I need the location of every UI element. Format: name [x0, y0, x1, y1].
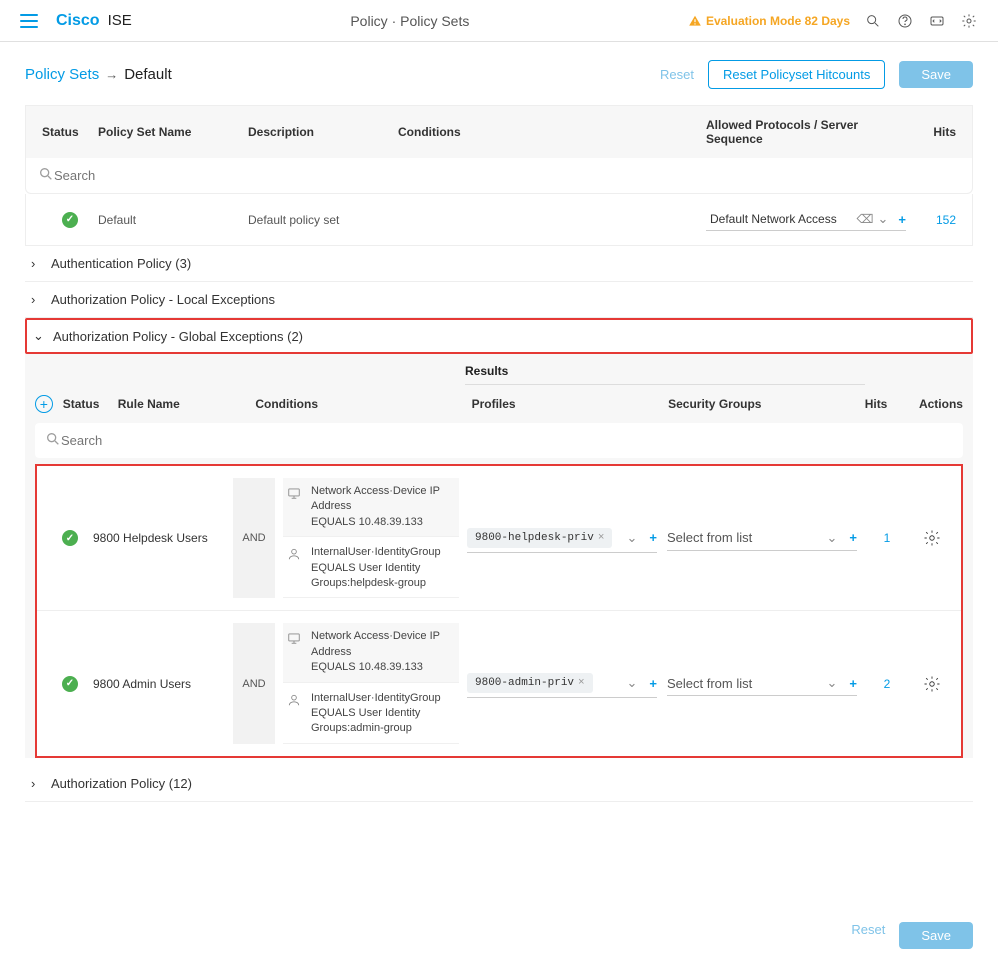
status-ok-icon — [62, 676, 78, 692]
remove-chip-icon[interactable]: × — [578, 677, 585, 689]
remove-chip-icon[interactable]: × — [598, 532, 605, 544]
search-icon[interactable] — [864, 12, 882, 30]
brand-cisco: Cisco — [56, 12, 100, 30]
add-security-group-icon[interactable]: + — [849, 530, 857, 545]
rule-row[interactable]: 9800 Admin Users AND Network Access·Devi… — [37, 611, 961, 755]
add-profile-icon[interactable]: + — [649, 676, 657, 691]
col-status: Status — [42, 125, 98, 139]
clear-icon[interactable]: ⌫ — [857, 212, 874, 226]
col-name: Policy Set Name — [98, 125, 248, 139]
add-security-group-icon[interactable]: + — [849, 676, 857, 691]
policy-set-search[interactable] — [25, 158, 973, 194]
rule-actions-gear[interactable] — [907, 529, 957, 547]
breadcrumb-arrow-icon: → — [105, 67, 118, 82]
profile-select[interactable]: 9800-helpdesk-priv× ⌄ + — [467, 524, 657, 553]
policy-set-desc: Default policy set — [248, 213, 398, 227]
warning-icon — [688, 14, 702, 28]
col-cond: Conditions — [398, 125, 706, 139]
accordion-authz-local[interactable]: › Authorization Policy - Local Exception… — [25, 282, 973, 318]
monitor-icon — [287, 631, 303, 650]
col-proto: Allowed Protocols / Server Sequence — [706, 118, 916, 146]
policy-set-row-default[interactable]: Default Default policy set Default Netwo… — [25, 194, 973, 246]
accordion-authz-policy[interactable]: › Authorization Policy (12) — [25, 766, 973, 802]
rule-hits: 1 — [867, 531, 907, 545]
rules-search[interactable] — [35, 423, 963, 458]
policy-set-name: Default — [98, 213, 248, 227]
rule-conditions: Network Access·Device IP AddressEQUALS 1… — [275, 623, 467, 743]
hits-value: 152 — [916, 213, 956, 227]
ops-icon[interactable] — [928, 12, 946, 30]
chevron-right-icon: › — [31, 292, 45, 307]
top-bar: Cisco ISE Policy · Policy Sets Evaluatio… — [0, 0, 998, 42]
evaluation-mode-badge[interactable]: Evaluation Mode 82 Days — [688, 14, 850, 28]
chevron-down-icon: ⌄ — [33, 328, 47, 344]
brand-ise: ISE — [108, 12, 132, 29]
user-icon — [287, 547, 303, 566]
rule-conditions: Network Access·Device IP AddressEQUALS 1… — [275, 478, 467, 598]
col-hits: Hits — [916, 125, 956, 139]
help-icon[interactable] — [896, 12, 914, 30]
footer-save-button[interactable]: Save — [899, 922, 973, 949]
breadcrumb-current: Default — [124, 66, 172, 83]
profile-chip[interactable]: 9800-helpdesk-priv× — [467, 528, 612, 548]
security-group-select[interactable]: Select from list ⌄ + — [667, 526, 857, 551]
gear-icon[interactable] — [960, 12, 978, 30]
status-ok-icon — [62, 212, 78, 228]
search-icon — [38, 166, 54, 185]
allowed-protocols-select[interactable]: Default Network Access ⌫ ⌄ + — [706, 208, 906, 231]
save-button[interactable]: Save — [899, 61, 973, 88]
and-label: AND — [233, 478, 275, 598]
rules-table-head: + Status Rule Name Conditions Profiles S… — [35, 385, 963, 423]
rule-actions-gear[interactable] — [907, 675, 957, 693]
chevron-down-icon[interactable]: ⌄ — [627, 675, 638, 691]
rule-row[interactable]: 9800 Helpdesk Users AND Network Access·D… — [37, 466, 961, 611]
rule-name: 9800 Helpdesk Users — [93, 531, 233, 545]
security-group-select[interactable]: Select from list ⌄ + — [667, 671, 857, 696]
rules-search-input[interactable] — [61, 433, 953, 448]
footer-actions: Reset Save — [0, 902, 998, 979]
results-label: Results — [465, 364, 865, 385]
search-icon — [45, 431, 61, 450]
chevron-down-icon[interactable]: ⌄ — [878, 211, 889, 227]
menu-icon[interactable] — [20, 14, 38, 28]
and-label: AND — [233, 623, 275, 743]
add-rule-button[interactable]: + — [35, 395, 53, 413]
chevron-down-icon[interactable]: ⌄ — [827, 530, 838, 546]
reset-hitcounts-button[interactable]: Reset Policyset Hitcounts — [708, 60, 885, 89]
accordion-authn-policy[interactable]: › Authentication Policy (3) — [25, 246, 973, 282]
chevron-down-icon[interactable]: ⌄ — [827, 675, 838, 691]
reset-link[interactable]: Reset — [660, 67, 694, 82]
rule-hits: 2 — [867, 677, 907, 691]
chevron-down-icon[interactable]: ⌄ — [627, 530, 638, 546]
page-title: Policy · Policy Sets — [132, 13, 688, 29]
policy-set-table-head: Status Policy Set Name Description Condi… — [25, 105, 973, 158]
col-desc: Description — [248, 125, 398, 139]
profile-select[interactable]: 9800-admin-priv× ⌄ + — [467, 669, 657, 698]
breadcrumb-bar: Policy Sets → Default Reset Reset Policy… — [0, 42, 998, 99]
rules-list: 9800 Helpdesk Users AND Network Access·D… — [35, 464, 963, 758]
breadcrumb-root[interactable]: Policy Sets — [25, 66, 99, 83]
chevron-right-icon: › — [31, 776, 45, 791]
add-protocol-icon[interactable]: + — [898, 212, 906, 227]
status-ok-icon — [62, 530, 78, 546]
user-icon — [287, 693, 303, 712]
add-profile-icon[interactable]: + — [649, 530, 657, 545]
rule-name: 9800 Admin Users — [93, 677, 233, 691]
monitor-icon — [287, 486, 303, 505]
accordion-authz-global[interactable]: ⌄ Authorization Policy - Global Exceptio… — [25, 318, 973, 354]
rules-panel: Results + Status Rule Name Conditions Pr… — [25, 354, 973, 758]
profile-chip[interactable]: 9800-admin-priv× — [467, 673, 593, 693]
policy-set-search-input[interactable] — [54, 168, 960, 183]
chevron-right-icon: › — [31, 256, 45, 271]
footer-reset-link[interactable]: Reset — [851, 922, 885, 949]
